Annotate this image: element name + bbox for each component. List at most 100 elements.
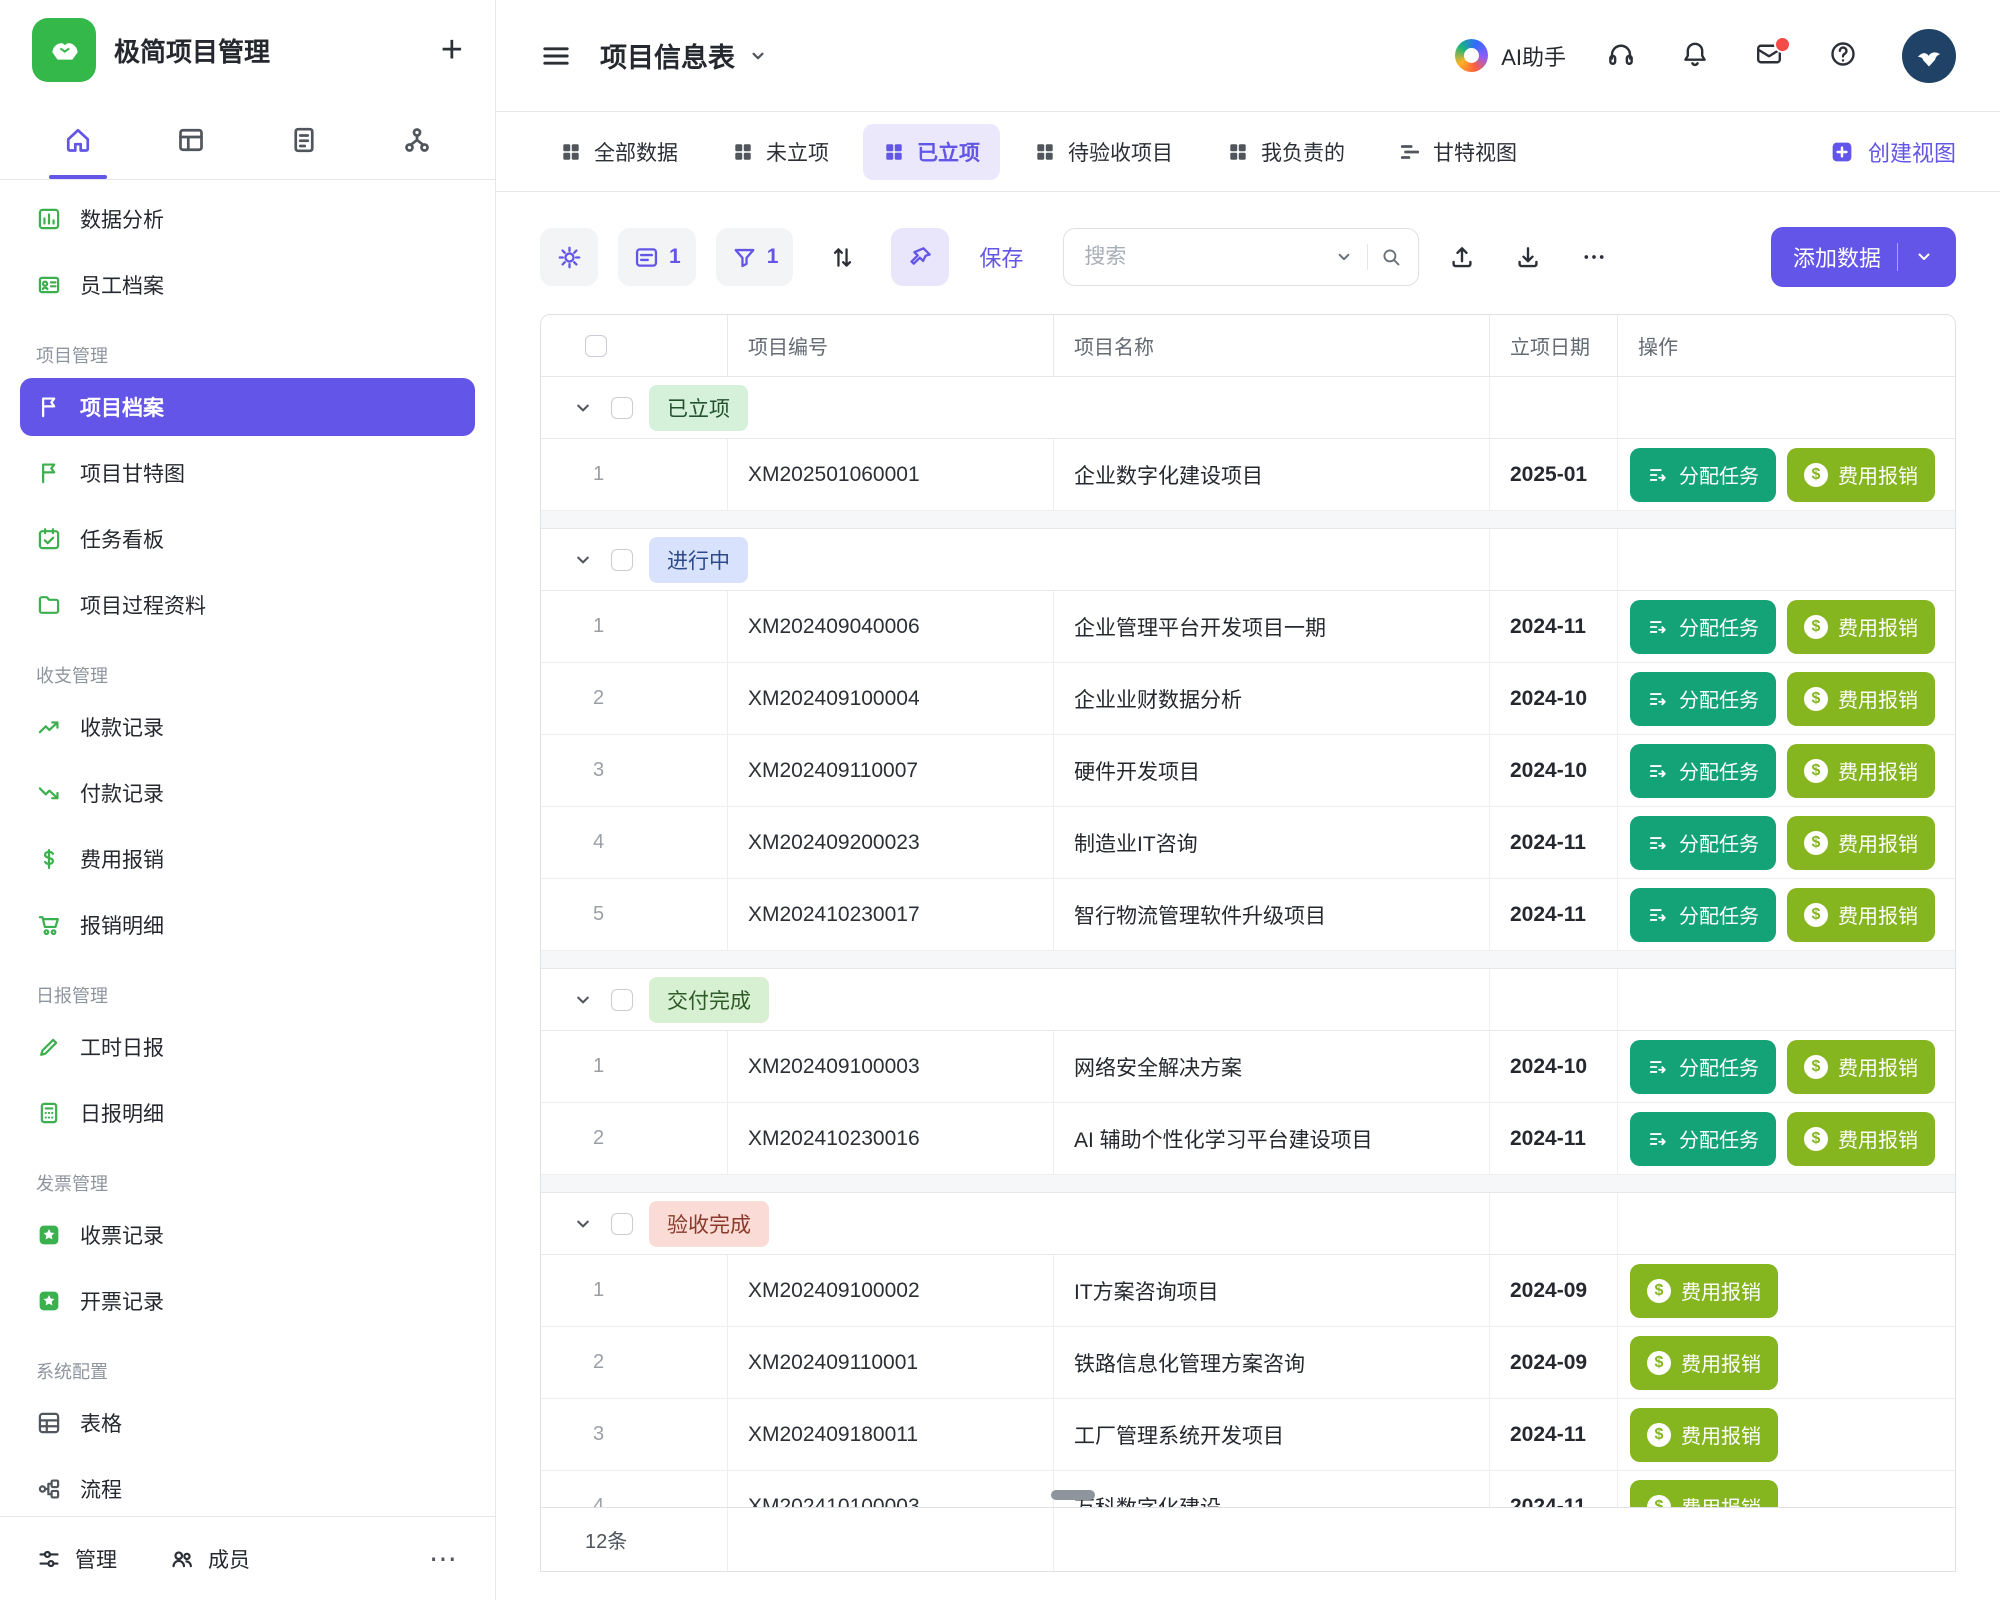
expense-button[interactable]: $费用报销 xyxy=(1630,1336,1778,1390)
members-button[interactable]: 成员 xyxy=(169,1544,250,1574)
documents-tab[interactable] xyxy=(274,100,334,179)
tables-tab[interactable] xyxy=(161,100,221,179)
actions-cell: 分配任务$费用报销 xyxy=(1617,807,1955,878)
sidebar-item[interactable]: 工时日报 xyxy=(20,1018,475,1076)
collapse-chevron-icon[interactable] xyxy=(571,988,595,1012)
search-icon[interactable] xyxy=(1380,246,1402,268)
view-tab[interactable]: 待验收项目 xyxy=(1014,124,1193,180)
sidebar-item[interactable]: 任务看板 xyxy=(20,510,475,568)
expense-button[interactable]: $费用报销 xyxy=(1787,888,1935,942)
create-view-button[interactable]: 创建视图 xyxy=(1829,136,1956,168)
search-scope-chevron-icon[interactable] xyxy=(1333,246,1355,268)
group-checkbox[interactable] xyxy=(611,989,633,1011)
manage-button[interactable]: 管理 xyxy=(36,1544,117,1574)
expense-button[interactable]: $费用报销 xyxy=(1630,1408,1778,1462)
filter-button[interactable]: 1 xyxy=(716,228,794,286)
import-button[interactable] xyxy=(1439,234,1485,280)
row-number: 4 xyxy=(541,1471,727,1508)
column-header-project-code[interactable]: 项目编号 xyxy=(727,315,1053,376)
sidebar-item[interactable]: 项目档案 xyxy=(20,378,475,436)
sidebar-item[interactable]: 付款记录 xyxy=(20,764,475,822)
assign-task-button[interactable]: 分配任务 xyxy=(1630,1112,1776,1166)
hidden-fields-button[interactable]: 1 xyxy=(618,228,696,286)
sort-button[interactable] xyxy=(813,228,871,286)
action-label: 费用报销 xyxy=(1838,460,1918,489)
add-data-label: 添加数据 xyxy=(1793,241,1881,273)
table-content: 1 1 保存 xyxy=(496,192,2000,1600)
expense-button[interactable]: $费用报销 xyxy=(1787,1040,1935,1094)
group-actions-cell xyxy=(1617,529,1955,590)
action-label: 费用报销 xyxy=(1838,1124,1918,1153)
collapse-sidebar-button[interactable] xyxy=(540,40,572,72)
expense-button[interactable]: $费用报销 xyxy=(1630,1264,1778,1318)
export-button[interactable] xyxy=(1505,234,1551,280)
sidebar-item[interactable]: 项目甘特图 xyxy=(20,444,475,502)
workflow-tab[interactable] xyxy=(387,100,447,179)
sidebar-item-label: 付款记录 xyxy=(80,778,164,808)
expense-button[interactable]: $费用报销 xyxy=(1630,1480,1778,1509)
home-tab[interactable] xyxy=(48,100,108,179)
group-checkbox[interactable] xyxy=(611,397,633,419)
sidebar-item[interactable]: 数据分析 xyxy=(20,190,475,248)
user-avatar[interactable] xyxy=(1902,29,1956,83)
pin-view-button[interactable] xyxy=(891,228,949,286)
sidebar-item[interactable]: 表格 xyxy=(20,1394,475,1452)
column-header-actions[interactable]: 操作 xyxy=(1617,315,1955,376)
collapse-chevron-icon[interactable] xyxy=(571,548,595,572)
project-name-cell: IT方案咨询项目 xyxy=(1053,1255,1489,1326)
select-all-checkbox[interactable] xyxy=(585,335,607,357)
expense-button[interactable]: $费用报销 xyxy=(1787,448,1935,502)
view-tab[interactable]: 已立项 xyxy=(863,124,1000,180)
assign-task-button[interactable]: 分配任务 xyxy=(1630,448,1776,502)
sidebar-more-button[interactable]: ⋯ xyxy=(429,1542,459,1575)
table-title-dropdown[interactable]: 项目信息表 xyxy=(600,36,769,75)
ai-assistant-button[interactable]: AI助手 xyxy=(1455,39,1566,72)
assign-task-button[interactable]: 分配任务 xyxy=(1630,672,1776,726)
sidebar-item[interactable]: 收票记录 xyxy=(20,1206,475,1264)
sidebar-item[interactable]: 收款记录 xyxy=(20,698,475,756)
ai-assistant-icon xyxy=(1455,39,1488,72)
view-settings-button[interactable] xyxy=(540,228,598,286)
assign-task-button[interactable]: 分配任务 xyxy=(1630,888,1776,942)
collapse-chevron-icon[interactable] xyxy=(571,396,595,420)
help-button[interactable] xyxy=(1828,39,1862,73)
expense-button[interactable]: $费用报销 xyxy=(1787,600,1935,654)
sidebar-item-label: 数据分析 xyxy=(80,204,164,234)
assign-task-button[interactable]: 分配任务 xyxy=(1630,600,1776,654)
view-tab[interactable]: 全部数据 xyxy=(540,124,698,180)
add-data-button[interactable]: 添加数据 xyxy=(1771,227,1956,287)
assign-task-button[interactable]: 分配任务 xyxy=(1630,744,1776,798)
column-header-date[interactable]: 立项日期 xyxy=(1489,315,1617,376)
sidebar-item[interactable]: 员工档案 xyxy=(20,256,475,314)
expense-button[interactable]: $费用报销 xyxy=(1787,1112,1935,1166)
save-view-button[interactable]: 保存 xyxy=(979,241,1023,273)
sidebar-item[interactable]: 开票记录 xyxy=(20,1272,475,1330)
sidebar-item[interactable]: 项目过程资料 xyxy=(20,576,475,634)
sidebar-item[interactable]: 流程 xyxy=(20,1460,475,1516)
view-tab[interactable]: 甘特视图 xyxy=(1379,124,1537,180)
assign-task-button[interactable]: 分配任务 xyxy=(1630,816,1776,870)
sidebar-item[interactable]: 费用报销 xyxy=(20,830,475,888)
notifications-button[interactable] xyxy=(1680,39,1714,73)
group-checkbox[interactable] xyxy=(611,1213,633,1235)
group-checkbox[interactable] xyxy=(611,549,633,571)
sidebar-item[interactable]: 日报明细 xyxy=(20,1084,475,1142)
actions-cell: 分配任务$费用报销 xyxy=(1617,439,1955,510)
inbox-button[interactable] xyxy=(1754,39,1788,73)
search-input[interactable] xyxy=(1084,245,1321,269)
support-button[interactable] xyxy=(1606,39,1640,73)
column-header-project-name[interactable]: 项目名称 xyxy=(1053,315,1489,376)
horizontal-scrollbar[interactable] xyxy=(1051,1490,1095,1500)
cart-icon xyxy=(36,912,62,938)
more-actions-button[interactable] xyxy=(1571,234,1617,280)
add-app-button[interactable]: + xyxy=(441,31,463,69)
expense-button[interactable]: $费用报销 xyxy=(1787,816,1935,870)
assign-task-button[interactable]: 分配任务 xyxy=(1630,1040,1776,1094)
view-tab[interactable]: 我负责的 xyxy=(1207,124,1365,180)
expense-button[interactable]: $费用报销 xyxy=(1787,672,1935,726)
expense-button[interactable]: $费用报销 xyxy=(1787,744,1935,798)
sidebar-item[interactable]: 报销明细 xyxy=(20,896,475,954)
collapse-chevron-icon[interactable] xyxy=(571,1212,595,1236)
project-code-cell: XM202409040006 xyxy=(727,591,1053,662)
view-tab[interactable]: 未立项 xyxy=(712,124,849,180)
